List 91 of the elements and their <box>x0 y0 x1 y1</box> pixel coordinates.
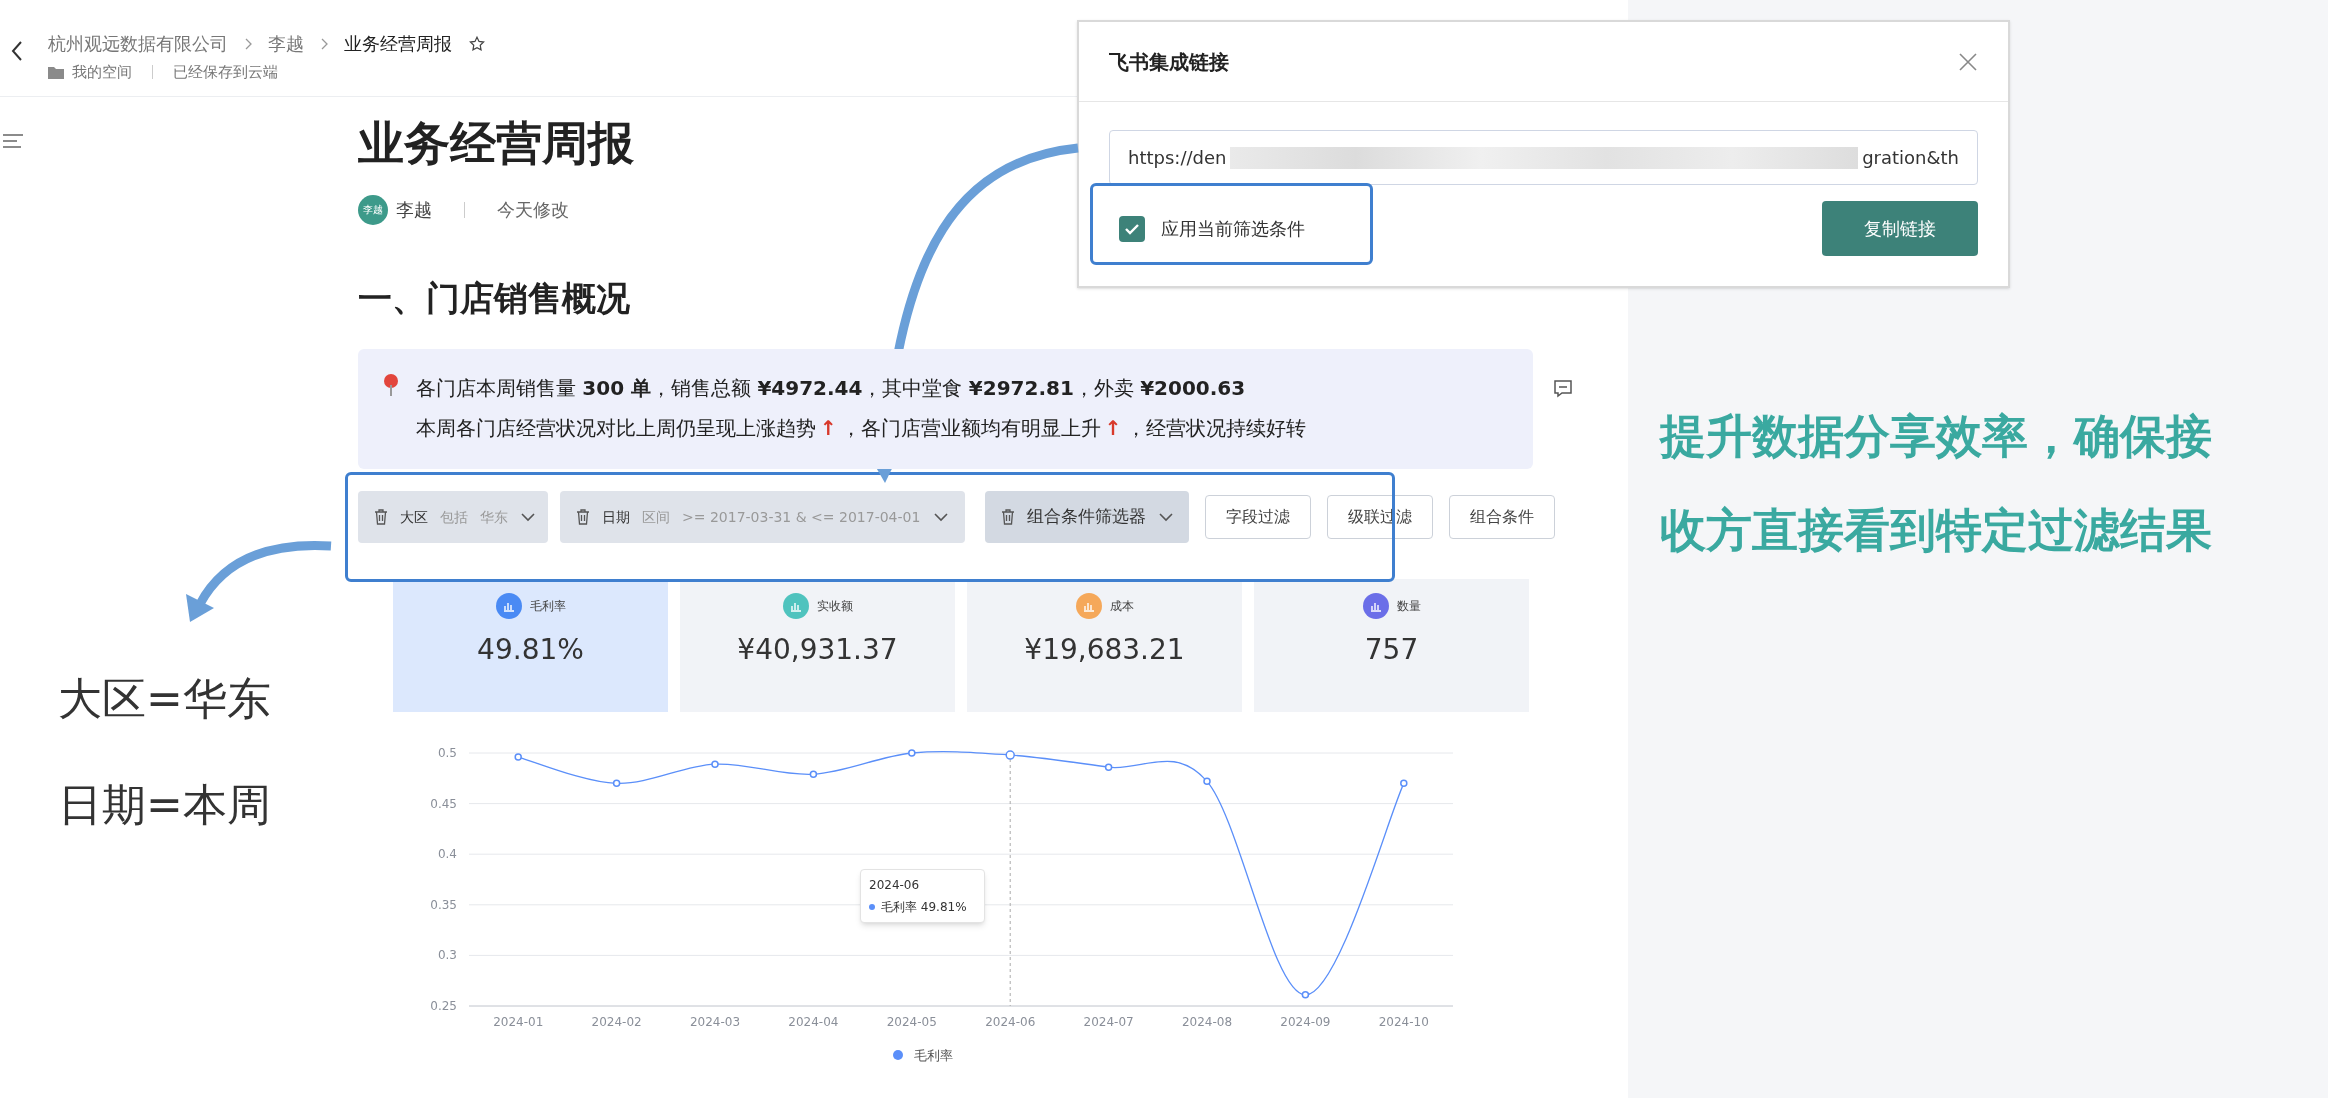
y-tick-label: 0.45 <box>430 796 457 811</box>
folder-icon <box>48 65 64 79</box>
x-tick-label: 2024-05 <box>886 1015 937 1029</box>
filter-operator: 区间 <box>642 507 670 527</box>
combo-filter-dropdown[interactable]: 组合条件筛选器 <box>985 491 1189 543</box>
data-point <box>1203 777 1211 786</box>
legend-dot <box>893 1050 903 1060</box>
y-tick-label: 0.3 <box>437 948 457 963</box>
metric-label: 实收额 <box>816 598 853 615</box>
data-point <box>1104 763 1113 771</box>
annotation-caption: 收方直接看到特定过滤结果 <box>1660 501 2213 559</box>
save-status: 已经保存到云端 <box>173 62 278 83</box>
apply-filters-checkbox[interactable] <box>1119 215 1145 242</box>
data-point <box>1005 750 1015 760</box>
copy-link-button[interactable]: 复制链接 <box>1822 201 1978 256</box>
x-tick-label: 2024-09 <box>1280 1015 1331 1029</box>
filter-dropdown[interactable]: 日期 区间 >= 2017-03-31 & <= 2017-04-01 <box>560 491 965 543</box>
space-link[interactable]: 我的空间 <box>72 61 132 84</box>
metric-label: 毛利率 <box>529 598 566 615</box>
location-pin-icon <box>382 373 400 397</box>
x-tick-label: 2024-10 <box>1378 1015 1429 1029</box>
data-point <box>711 760 719 768</box>
section-heading: 一、门店销售概况 <box>358 276 631 319</box>
data-point <box>908 749 916 757</box>
close-icon[interactable] <box>1958 51 1978 72</box>
dialog-title: 飞书集成链接 <box>1109 48 1229 76</box>
x-tick-label: 2024-08 <box>1181 1015 1233 1029</box>
metric-card[interactable]: 成本 ¥19,683.21 <box>967 579 1242 712</box>
annotation-note: 日期=本周 <box>58 783 272 827</box>
filter-button[interactable]: 字段过滤 <box>1205 495 1311 539</box>
filter-button[interactable]: 组合条件 <box>1449 495 1555 539</box>
y-tick-label: 0.4 <box>437 847 457 862</box>
breadcrumb-link[interactable]: 杭州观远数据有限公司 <box>48 30 228 57</box>
filter-field: 大区 <box>400 506 428 528</box>
metric-card[interactable]: 毛利率 49.81% <box>393 579 668 712</box>
document-title: 业务经营周报 <box>358 115 634 172</box>
trash-icon <box>374 509 388 525</box>
annotation-caption: 提升数据分享效率，确保接 <box>1660 408 2213 465</box>
filter-field: 日期 <box>602 506 630 528</box>
x-tick-label: 2024-03 <box>689 1015 741 1029</box>
filter-dropdown[interactable]: 大区 包括 华东 <box>358 491 548 543</box>
data-point <box>1400 779 1408 788</box>
filter-value: >= 2017-03-31 & <= 2017-04-01 <box>682 507 921 527</box>
check-icon <box>1124 222 1140 235</box>
annotation-note: 大区=华东 <box>58 677 272 721</box>
back-icon[interactable] <box>10 40 24 62</box>
url-field[interactable]: https://den gration&th <box>1109 130 1978 185</box>
metric-label: 成本 <box>1109 598 1134 615</box>
author-name: 李越 <box>396 198 432 222</box>
data-point <box>1301 991 1310 999</box>
summary-text: 各门店本周销售量 300 单，销售总额 ¥4972.44，其中堂食 ¥2972.81，外卖 ¥2000.63 <box>416 375 1247 402</box>
metric-value: 49.81% <box>477 632 584 668</box>
breadcrumb-separator-icon <box>320 37 328 50</box>
chevron-down-icon <box>520 512 536 522</box>
x-tick-label: 2024-07 <box>1083 1015 1134 1029</box>
metric-value: 757 <box>1364 632 1419 668</box>
breadcrumb-link[interactable]: 业务经营周报 <box>344 30 452 57</box>
comment-icon[interactable] <box>1553 379 1573 399</box>
star-icon[interactable] <box>468 34 486 53</box>
trash-icon <box>576 509 590 525</box>
tooltip-title: 2024-06 <box>869 877 921 894</box>
checkbox-label: 应用当前筛选条件 <box>1161 217 1305 241</box>
metric-value: ¥19,683.21 <box>1024 632 1185 668</box>
data-point <box>809 770 818 778</box>
menu-icon[interactable] <box>2 133 24 149</box>
legend-label: 毛利率 <box>914 1048 953 1063</box>
breadcrumb-separator-icon <box>244 37 252 50</box>
chevron-down-icon <box>1158 512 1174 522</box>
author-avatar: 李越 <box>358 194 388 225</box>
metric-value: ¥40,931.37 <box>737 632 898 668</box>
data-point <box>514 753 522 761</box>
y-tick-label: 0.25 <box>430 999 457 1013</box>
x-tick-label: 2024-06 <box>985 1015 1036 1029</box>
metric-card[interactable]: 实收额 ¥40,931.37 <box>680 579 955 712</box>
trash-icon <box>1001 509 1015 525</box>
x-tick-label: 2024-02 <box>591 1015 642 1029</box>
breadcrumb-link[interactable]: 李越 <box>268 30 304 57</box>
y-tick-label: 0.5 <box>437 746 457 760</box>
x-tick-label: 2024-04 <box>788 1015 839 1029</box>
modified-time: 今天修改 <box>497 198 569 222</box>
filter-operator: 包括 <box>440 507 468 527</box>
y-tick-label: 0.35 <box>430 897 457 912</box>
metric-label: 数量 <box>1396 598 1421 615</box>
metric-card[interactable]: 数量 757 <box>1254 579 1529 712</box>
filter-field: 组合条件筛选器 <box>1027 504 1146 530</box>
data-point <box>612 779 621 788</box>
filter-value: 华东 <box>480 507 508 527</box>
chevron-down-icon <box>933 512 949 522</box>
x-tick-label: 2024-01 <box>493 1015 544 1029</box>
tooltip-value: 毛利率 49.81% <box>881 899 967 916</box>
summary-text: 本周各门店经营状况对比上周仍呈现上涨趋势 ↑ ，各门店营业额均有明显上升 ↑ ，经营状况持续好转 <box>416 415 1306 442</box>
